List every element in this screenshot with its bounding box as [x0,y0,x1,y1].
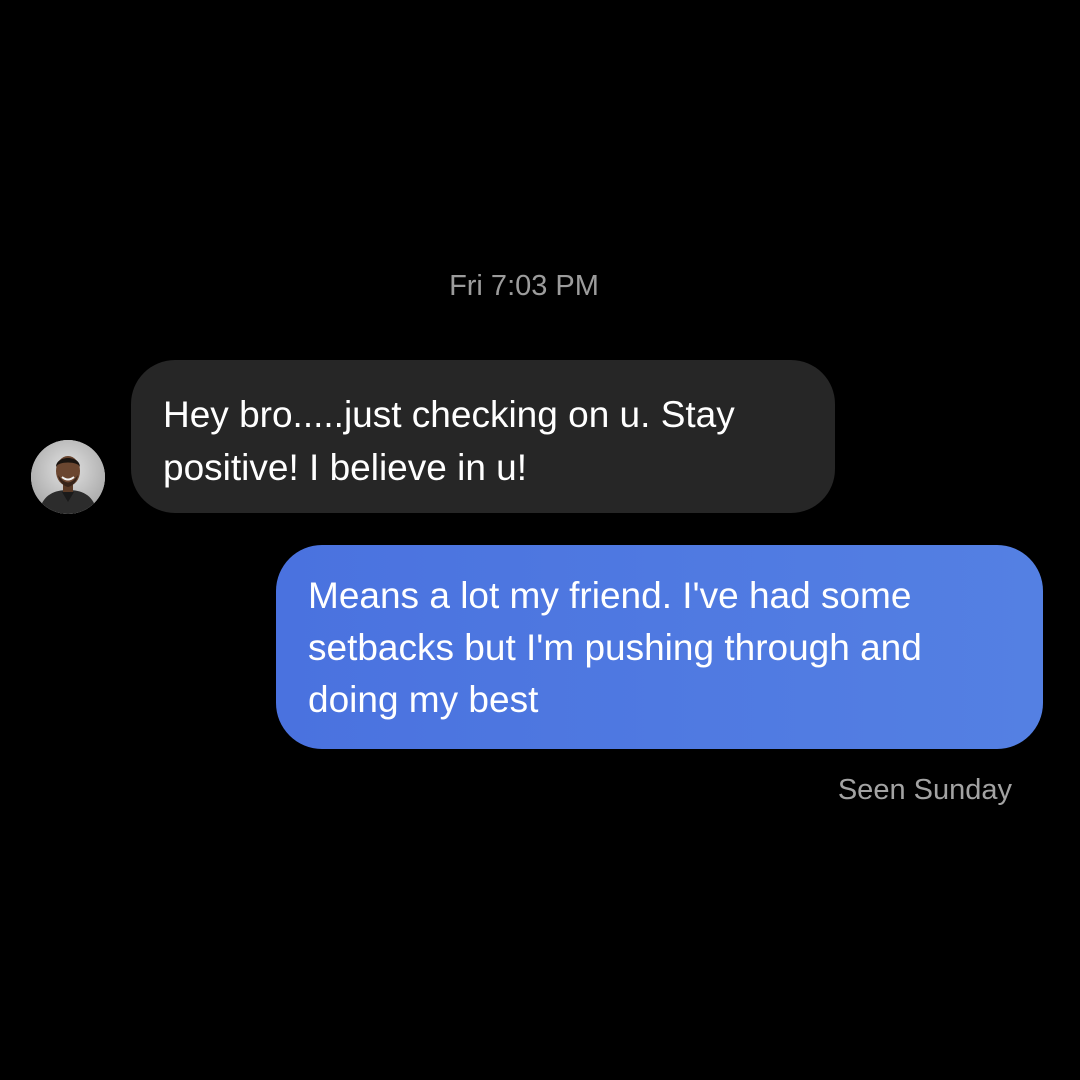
message-timestamp: Fri 7:03 PM [449,270,599,302]
incoming-message-bubble[interactable]: Hey bro.....just checking on u. Stay pos… [131,360,835,513]
chat-thread: Fri 7:03 PM Hey bro.....just checking on… [0,0,1080,1080]
outgoing-message-bubble[interactable]: Means a lot my friend. I've had some set… [276,545,1043,749]
avatar-photo [31,440,105,514]
read-receipt: Seen Sunday [837,774,1012,806]
avatar[interactable] [31,440,105,514]
